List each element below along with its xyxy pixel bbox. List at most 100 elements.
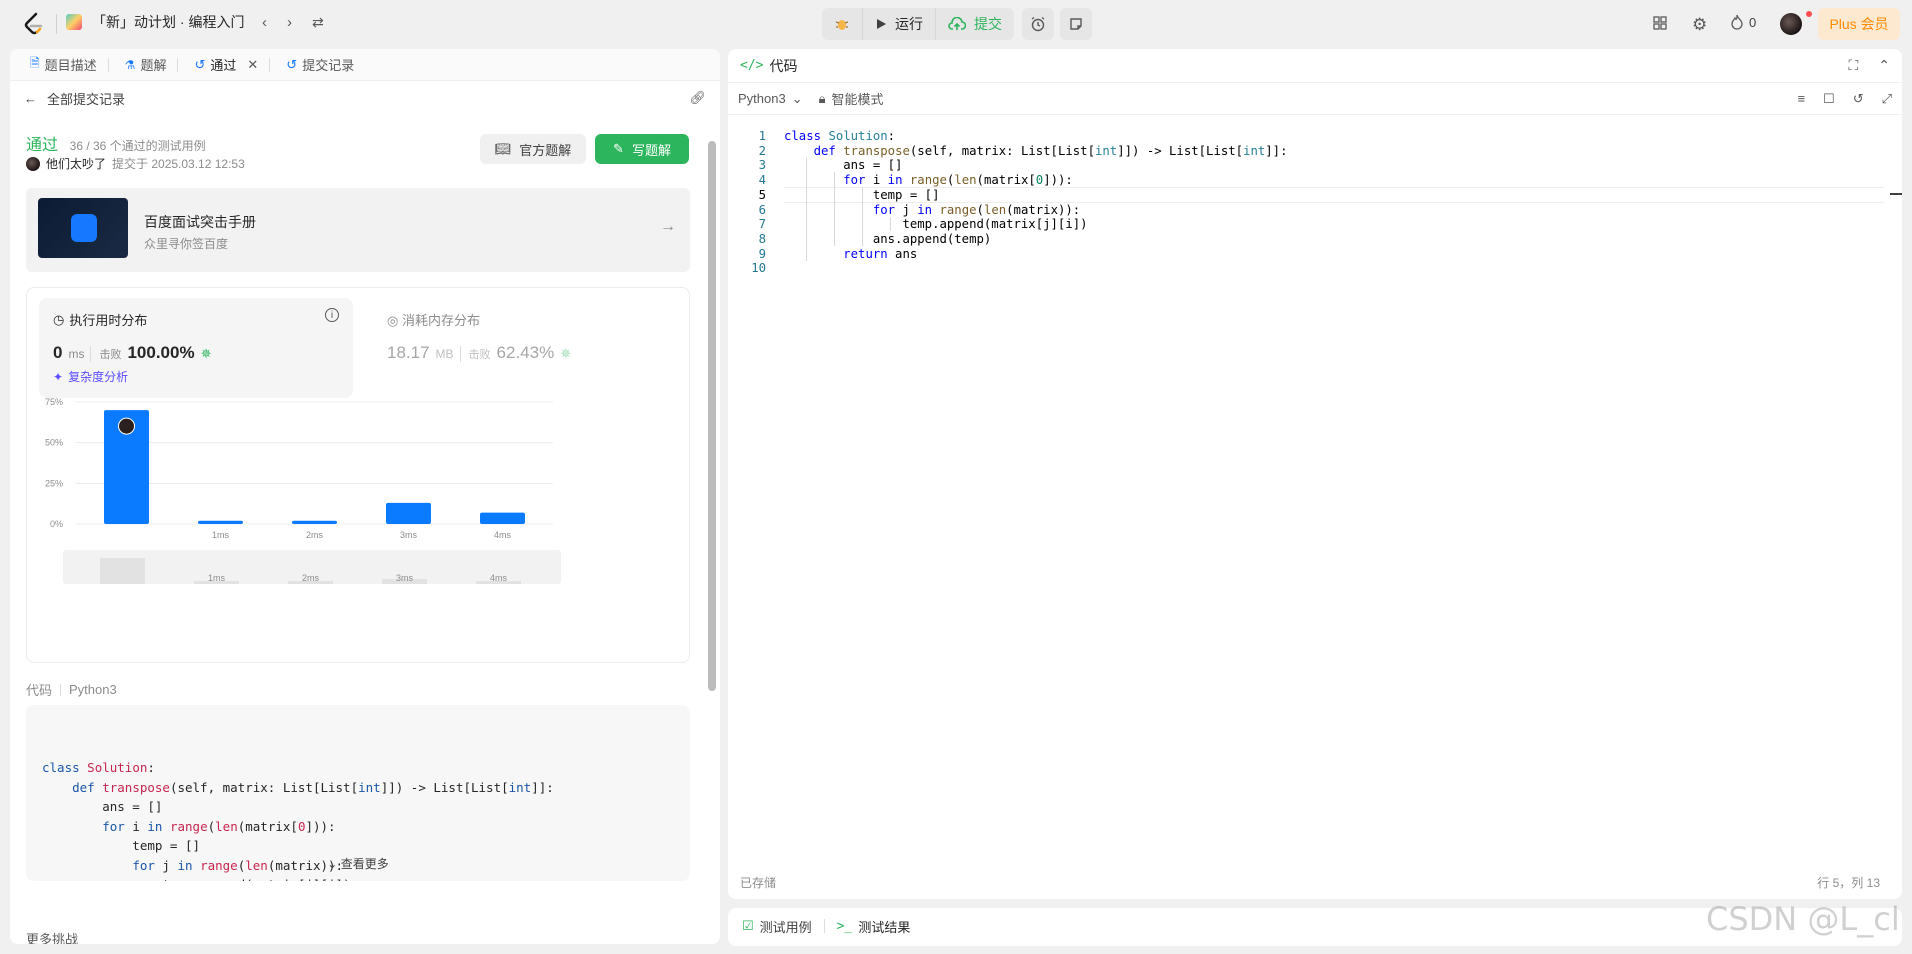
note-icon <box>1070 18 1082 30</box>
editor-code-line[interactable]: for i in range(len(matrix[0])): <box>784 173 1073 187</box>
study-plan-title[interactable]: 「新」动计划 · 编程入门 <box>66 12 244 32</box>
editor-code-line[interactable]: ans.append(temp) <box>784 232 991 246</box>
leetcode-logo-icon[interactable] <box>22 12 44 36</box>
overview-tick-label: 1ms <box>208 573 226 583</box>
settings-gear-icon[interactable]: ⚙ <box>1692 15 1707 35</box>
user-avatar-small[interactable] <box>26 156 40 171</box>
document-icon: 🗎 <box>30 56 40 70</box>
info-icon[interactable]: i <box>325 308 339 322</box>
code-line: class Solution: <box>42 760 155 775</box>
alarm-clock-icon <box>1031 16 1045 32</box>
cloud-upload-icon <box>948 17 966 30</box>
editor-code-line[interactable]: return ans <box>784 247 917 261</box>
expand-icon[interactable]: ⤢ <box>1882 91 1892 107</box>
editor-code-line[interactable]: ans = [] <box>784 158 902 172</box>
write-solution-button[interactable]: ✎ 写题解 <box>595 134 689 164</box>
language-select[interactable]: Python3 <box>738 91 786 106</box>
bookmark-icon[interactable]: ☐ <box>1823 91 1835 107</box>
arrow-left-icon: ← <box>24 90 37 106</box>
editor-toolbar: Python3 ⌄ 🔒︎ 智能模式 ≡ ☐ ↺ ⤢ <box>728 83 1902 115</box>
overview-bar <box>100 557 145 584</box>
editor-code-line[interactable]: def transpose(self, matrix: List[List[in… <box>784 144 1288 158</box>
top-bar: 「新」动计划 · 编程入门 ‹ › ⇄ 运行 提交 ⚙ 0 Plus 会员 <box>0 0 1912 48</box>
scrollbar-thumb[interactable] <box>708 141 716 691</box>
close-tab-icon[interactable]: ✕ <box>247 57 258 73</box>
prev-question-icon[interactable]: ‹ <box>262 14 267 31</box>
smart-mode-toggle[interactable]: 智能模式 <box>832 89 884 108</box>
tab-testcases[interactable]: 测试用例 <box>760 917 812 936</box>
runtime-distribution-chart[interactable]: 0% 25% 50% 75% 1ms 2ms 3ms 4ms 1ms 2ms 3ms 4ms <box>27 398 689 660</box>
timer-button[interactable] <box>1022 8 1054 40</box>
fire-icon <box>1731 14 1743 30</box>
play-icon <box>877 19 886 29</box>
layout-grid-icon[interactable] <box>1652 15 1668 31</box>
share-link-icon[interactable]: 🔗︎ <box>689 90 706 106</box>
overview-tick-label: 2ms <box>302 573 320 583</box>
indent-guide <box>862 187 863 246</box>
collapse-icon[interactable]: ⌃ <box>1878 57 1890 74</box>
shuffle-icon[interactable]: ⇄ <box>312 14 324 31</box>
chart-bar[interactable] <box>386 502 431 524</box>
chart-bar[interactable] <box>198 520 243 524</box>
edit-icon: ✎ <box>613 141 624 156</box>
user-avatar[interactable] <box>1780 13 1802 35</box>
submitted-code: class Solution: def transpose(self, matr… <box>26 705 690 881</box>
editor-code-line[interactable]: for j in range(len(matrix)): <box>784 203 1080 217</box>
code-line: temp.append(matrix[j][i]) <box>42 875 674 881</box>
indent-guide <box>834 172 835 246</box>
next-question-icon[interactable]: › <box>287 14 292 31</box>
current-line-highlight <box>784 186 1884 203</box>
tab-submissions[interactable]: ↺ 提交记录 <box>278 49 362 81</box>
back-to-submissions[interactable]: ← 全部提交记录 🔗︎ <box>10 81 720 115</box>
see-more-button[interactable]: ⌄ 查看更多 <box>26 855 690 875</box>
clap-icon: ✵ <box>560 346 572 361</box>
complexity-analysis-link[interactable]: ✦ 复杂度分析 <box>53 368 128 385</box>
clap-icon: ✵ <box>200 346 212 361</box>
editor-header: </> 代码 ⛶ ⌃ <box>728 49 1902 83</box>
left-panel: 🗎 题目描述 ⚗ 题解 ↺ 通过 ✕ ↺ 提交记录 ← 全部提交记录 🔗︎ 通过… <box>10 49 720 944</box>
code-editor[interactable]: 1 class Solution: 2 def transpose(self, ma… <box>728 121 1902 801</box>
editor-code-line[interactable]: class Solution: <box>784 129 895 143</box>
terminal-icon: >_ <box>836 918 853 934</box>
memory-icon: ◎ <box>387 313 399 328</box>
arrow-right-icon: → <box>660 218 676 235</box>
tab-accepted[interactable]: ↺ 通过 ✕ <box>186 49 278 81</box>
runtime-card[interactable]: ◷ 执行用时分布 i 0 ms 击败 100.00% ✵ ✦ 复杂度分析 <box>39 298 353 398</box>
tab-solutions[interactable]: ⚗ 题解 <box>117 49 187 81</box>
chart-bar[interactable] <box>292 520 337 524</box>
code-icon: </> <box>740 58 764 73</box>
tab-test-results[interactable]: 测试结果 <box>858 917 910 936</box>
official-solution-button[interactable]: 📖︎ 官方题解 <box>480 134 586 164</box>
debug-button[interactable] <box>822 8 863 40</box>
lock-icon: 🔒︎ <box>818 90 826 106</box>
sparkle-icon: ✦ <box>53 369 64 384</box>
x-tick-label: 3ms <box>400 530 418 540</box>
memory-card[interactable]: ◎ 消耗内存分布 18.17 MB 击败 62.43% ✵ <box>387 298 687 398</box>
chevron-down-icon[interactable]: ⌄ <box>792 91 803 107</box>
notes-button[interactable] <box>1060 8 1092 40</box>
editor-code-line[interactable]: temp.append(matrix[j][i]) <box>784 217 1087 231</box>
x-tick-label: 4ms <box>494 530 512 540</box>
line-number: 9 <box>758 246 766 261</box>
code-line: for i in range(len(matrix[0])): <box>102 818 336 834</box>
tab-description[interactable]: 🗎 题目描述 <box>22 49 117 81</box>
streak-counter[interactable]: 0 <box>1730 14 1756 30</box>
history-icon: ↺ <box>194 56 206 72</box>
chart-bar[interactable] <box>480 512 525 524</box>
cursor-position: 行 5，列 13 <box>1817 876 1880 890</box>
run-button[interactable]: 运行 <box>863 8 936 40</box>
fullscreen-icon[interactable]: ⛶ <box>1848 57 1858 74</box>
plus-membership-button[interactable]: Plus 会员 <box>1818 8 1900 40</box>
chevrons-down-icon: ⌄ <box>327 857 338 871</box>
book-open-icon: 📖︎ <box>494 141 512 156</box>
overview-tick-label: 4ms <box>490 573 508 583</box>
left-scrollbar[interactable] <box>708 121 716 761</box>
submit-button[interactable]: 提交 <box>936 8 1014 40</box>
line-number: 1 <box>758 129 766 143</box>
line-number: 8 <box>758 231 766 246</box>
promo-card[interactable]: 百度面试突击手册 众里寻你签百度 → <box>26 188 690 272</box>
format-icon[interactable]: ≡ <box>1797 91 1805 106</box>
reset-icon[interactable]: ↺ <box>1853 91 1864 107</box>
left-tab-bar: 🗎 题目描述 ⚗ 题解 ↺ 通过 ✕ ↺ 提交记录 <box>10 49 720 81</box>
editor-panel: </> 代码 ⛶ ⌃ Python3 ⌄ 🔒︎ 智能模式 ≡ ☐ ↺ ⤢ 1 cl… <box>728 49 1902 899</box>
